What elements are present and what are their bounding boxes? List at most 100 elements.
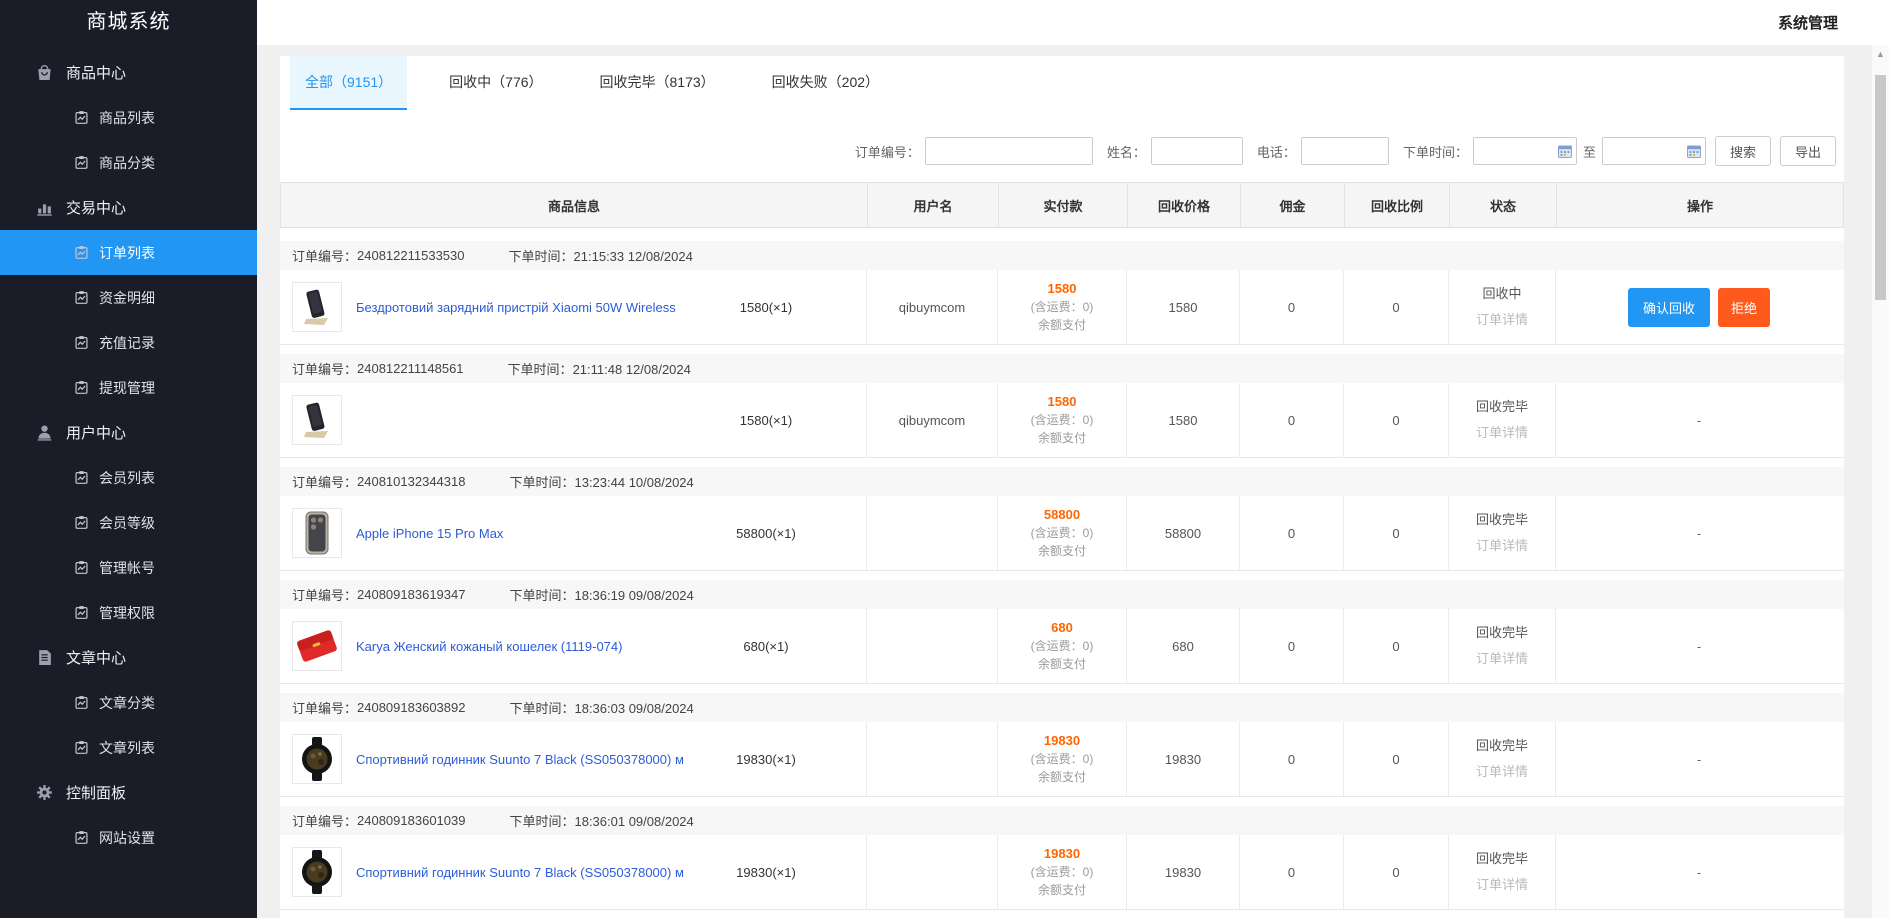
order-time-prefix: 下单时间： — [509, 814, 574, 829]
sidebar: 商城系统 商品中心商品列表商品分类交易中心订单列表资金明细充值记录提现管理用户中… — [0, 0, 257, 918]
product-thumbnail[interactable] — [292, 282, 342, 332]
product-qty: 58800(×1) — [706, 526, 826, 541]
sidebar-item-order-list[interactable]: 订单列表 — [0, 230, 257, 275]
export-button[interactable]: 导出 — [1780, 136, 1836, 166]
system-admin-menu[interactable]: 系统管理 — [1778, 12, 1838, 33]
sidebar-item-label: 充值记录 — [99, 333, 155, 353]
product-thumbnail[interactable] — [292, 508, 342, 558]
name-input[interactable] — [1151, 137, 1243, 165]
sidebar-item-withdraw-manage[interactable]: 提现管理 — [0, 365, 257, 410]
paid-amount: 1580 — [1048, 393, 1077, 411]
product-thumbnail[interactable] — [292, 621, 342, 671]
sidebar-section-trade-center[interactable]: 交易中心 — [0, 185, 257, 230]
phone-input[interactable] — [1301, 137, 1389, 165]
product-qty: 680(×1) — [706, 639, 826, 654]
ratio-cell: 0 — [1343, 270, 1448, 344]
search-button[interactable]: 搜索 — [1715, 136, 1771, 166]
scrollbar[interactable]: ▲ — [1872, 45, 1889, 918]
sidebar-item-label: 管理帐号 — [99, 558, 155, 578]
sidebar-item-site-settings[interactable]: 网站设置 — [0, 815, 257, 860]
tab-recycling[interactable]: 回收中（776） — [434, 56, 557, 110]
tab-recycled[interactable]: 回收完毕（8173） — [585, 56, 730, 110]
sidebar-item-article-category[interactable]: 文章分类 — [0, 680, 257, 725]
confirm-recycle-button[interactable]: 确认回收 — [1628, 288, 1710, 327]
sidebar-item-admin-accounts[interactable]: 管理帐号 — [0, 545, 257, 590]
sidebar-item-admin-permissions[interactable]: 管理权限 — [0, 590, 257, 635]
sidebar-item-label: 文章列表 — [99, 738, 155, 758]
order-detail-link[interactable]: 订单详情 — [1476, 762, 1528, 782]
sidebar-section-article-center[interactable]: 文章中心 — [0, 635, 257, 680]
list-panel-icon — [74, 830, 89, 845]
order-no-input[interactable] — [925, 137, 1093, 165]
sidebar-section-control-panel[interactable]: 控制面板 — [0, 770, 257, 815]
scrollbar-thumb[interactable] — [1875, 75, 1886, 300]
status-cell: 回收中 订单详情 — [1448, 270, 1555, 344]
commission-cell: 0 — [1239, 496, 1343, 570]
sidebar-item-member-level[interactable]: 会员等级 — [0, 500, 257, 545]
product-thumbnail[interactable] — [292, 395, 342, 445]
product-title-link[interactable]: Karya Женский кожаный кошелек (1119-074) — [356, 639, 706, 654]
sidebar-item-recharge-records[interactable]: 充值记录 — [0, 320, 257, 365]
product-cell: Karya Женский кожаный кошелек (1119-074)… — [280, 609, 866, 683]
calendar-icon[interactable] — [1687, 144, 1701, 158]
order-row: Спортивний годинник Suunto 7 Black (SS05… — [280, 835, 1844, 910]
product-cell: Спортивний годинник Suunto 7 Black (SS05… — [280, 835, 866, 909]
sidebar-nav: 商品中心商品列表商品分类交易中心订单列表资金明细充值记录提现管理用户中心会员列表… — [0, 50, 257, 860]
sidebar-section-label: 文章中心 — [66, 647, 126, 668]
paid-cell: 1580 (含运费：0) 余额支付 — [997, 270, 1126, 344]
orders-container: 订单编号：240812211533530 下单时间：21:15:33 12/08… — [280, 241, 1844, 918]
product-qty: 1580(×1) — [706, 413, 826, 428]
order-detail-link[interactable]: 订单详情 — [1476, 310, 1528, 330]
column-header: 佣金 — [1240, 183, 1344, 227]
sidebar-item-product-list[interactable]: 商品列表 — [0, 95, 257, 140]
commission-cell: 0 — [1239, 270, 1343, 344]
operation-dash: - — [1697, 865, 1701, 880]
order-detail-link[interactable]: 订单详情 — [1476, 423, 1528, 443]
order-row: Apple iPhone 15 Pro Max 58800(×1) 58800 … — [280, 496, 1844, 571]
sidebar-item-article-list[interactable]: 文章列表 — [0, 725, 257, 770]
commission-cell: 0 — [1239, 722, 1343, 796]
order-detail-link[interactable]: 订单详情 — [1476, 536, 1528, 556]
calendar-icon[interactable] — [1558, 144, 1572, 158]
list-panel-icon — [74, 245, 89, 260]
column-header: 用户名 — [867, 183, 998, 227]
sidebar-item-label: 商品分类 — [99, 153, 155, 173]
operation-cell: - — [1555, 383, 1842, 457]
sidebar-item-product-category[interactable]: 商品分类 — [0, 140, 257, 185]
order-row: Спортивний годинник Suunto 7 Black (SS05… — [280, 722, 1844, 797]
tab-failed[interactable]: 回收失败（202） — [757, 56, 894, 110]
order-number: 240809183619347 — [357, 587, 465, 602]
order-detail-link[interactable]: 订单详情 — [1476, 875, 1528, 895]
pay-method: 余额支付 — [1038, 542, 1086, 560]
sidebar-item-funds-detail[interactable]: 资金明细 — [0, 275, 257, 320]
product-thumbnail[interactable] — [292, 847, 342, 897]
product-title-link[interactable]: Спортивний годинник Suunto 7 Black (SS05… — [356, 752, 706, 767]
operation-cell: - — [1555, 722, 1842, 796]
list-panel-icon — [74, 605, 89, 620]
order-time: 21:15:33 12/08/2024 — [574, 249, 693, 264]
reject-button[interactable]: 拒绝 — [1718, 288, 1770, 327]
product-title-link[interactable]: Apple iPhone 15 Pro Max — [356, 526, 706, 541]
product-thumbnail[interactable] — [292, 734, 342, 784]
status-text: 回收中 — [1482, 284, 1521, 304]
sidebar-item-member-list[interactable]: 会员列表 — [0, 455, 257, 500]
sidebar-section-user-center[interactable]: 用户中心 — [0, 410, 257, 455]
scroll-up-arrow-icon[interactable]: ▲ — [1872, 45, 1889, 62]
sidebar-section-product-center[interactable]: 商品中心 — [0, 50, 257, 95]
status-cell: 回收完毕 订单详情 — [1448, 383, 1555, 457]
chart-icon — [36, 199, 53, 216]
operation-dash: - — [1697, 413, 1701, 428]
product-title-link[interactable]: Спортивний годинник Suunto 7 Black (SS05… — [356, 865, 706, 880]
product-cell: Бездротовий зарядний пристрій Xiaomi 50W… — [280, 270, 866, 344]
product-cell: 1580(×1) — [280, 383, 866, 457]
product-title-link[interactable]: Бездротовий зарядний пристрій Xiaomi 50W… — [356, 300, 706, 315]
shipping-note: (含运费：0) — [1031, 524, 1094, 542]
recycle-price-cell: 1580 — [1126, 383, 1239, 457]
username-cell — [866, 609, 997, 683]
username-cell — [866, 835, 997, 909]
order-group: 订单编号：240809183603892 下单时间：18:36:03 09/08… — [280, 693, 1844, 797]
order-info-bar: 订单编号：240812211148561 下单时间：21:11:48 12/08… — [280, 354, 1844, 383]
tab-all[interactable]: 全部（9151） — [290, 56, 407, 110]
paid-cell: 19830 (含运费：0) 余额支付 — [997, 835, 1126, 909]
order-detail-link[interactable]: 订单详情 — [1476, 649, 1528, 669]
